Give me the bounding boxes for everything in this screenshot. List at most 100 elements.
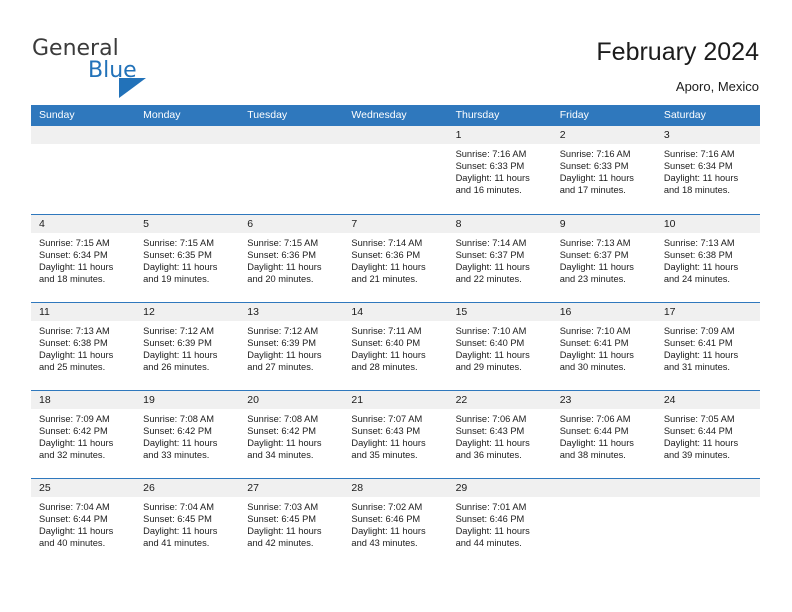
sunrise-text: Sunrise: 7:04 AM bbox=[39, 502, 110, 512]
calendar-day-cell[interactable]: 1 Sunrise: 7:16 AM Sunset: 6:33 PM Daylight… bbox=[447, 126, 552, 214]
daylight-text: Daylight: 11 hours and 17 minutes. bbox=[559, 173, 634, 196]
day-number: 20 bbox=[239, 391, 344, 409]
sunrise-text: Sunrise: 7:15 AM bbox=[39, 238, 110, 248]
sunrise-text: Sunrise: 7:09 AM bbox=[39, 414, 110, 424]
daylight-text: Daylight: 11 hours and 22 minutes. bbox=[455, 262, 530, 285]
calendar-day-cell[interactable]: 8 Sunrise: 7:14 AM Sunset: 6:37 PM Daylight… bbox=[447, 215, 552, 302]
day-number bbox=[135, 126, 240, 144]
calendar-day-cell[interactable]: 20 Sunrise: 7:08 AM Sunset: 6:42 PM Dayligh… bbox=[239, 391, 344, 478]
day-sun-info: Sunrise: 7:13 AM Sunset: 6:37 PM Daylight:… bbox=[552, 233, 656, 285]
daylight-text: Daylight: 11 hours and 19 minutes. bbox=[143, 262, 218, 285]
calendar-day-cell[interactable]: 27 Sunrise: 7:03 AM Sunset: 6:45 PM Dayligh… bbox=[239, 479, 344, 566]
daylight-text: Daylight: 11 hours and 21 minutes. bbox=[351, 262, 426, 285]
calendar-day-cell[interactable]: 6 Sunrise: 7:15 AM Sunset: 6:36 PM Daylight… bbox=[239, 215, 344, 302]
calendar-day-cell[interactable]: 26 Sunrise: 7:04 AM Sunset: 6:45 PM Dayligh… bbox=[135, 479, 240, 566]
sunrise-text: Sunrise: 7:16 AM bbox=[455, 149, 527, 159]
day-sun-info: Sunrise: 7:15 AM Sunset: 6:36 PM Daylight:… bbox=[239, 233, 343, 285]
day-sun-info: Sunrise: 7:06 AM Sunset: 6:44 PM Daylight:… bbox=[552, 409, 656, 461]
calendar-day-cell[interactable]: 15 Sunrise: 7:10 AM Sunset: 6:40 PM Dayligh… bbox=[447, 303, 552, 390]
calendar-day-cell[interactable]: 10 Sunrise: 7:13 AM Sunset: 6:38 PM Dayligh… bbox=[655, 215, 760, 302]
calendar-week-row: 4 Sunrise: 7:15 AM Sunset: 6:34 PM Daylight… bbox=[31, 214, 760, 302]
day-number: 24 bbox=[655, 391, 760, 409]
calendar-day-cell[interactable]: 9 Sunrise: 7:13 AM Sunset: 6:37 PM Daylight… bbox=[551, 215, 656, 302]
calendar-day-cell[interactable]: 7 Sunrise: 7:14 AM Sunset: 6:36 PM Daylight… bbox=[343, 215, 448, 302]
day-number: 7 bbox=[343, 215, 448, 233]
calendar-day-cell[interactable]: 11 Sunrise: 7:13 AM Sunset: 6:38 PM Dayligh… bbox=[31, 303, 136, 390]
calendar-week-row: 25 Sunrise: 7:04 AM Sunset: 6:44 PM Dayligh… bbox=[31, 478, 760, 566]
sunset-text: Sunset: 6:44 PM bbox=[39, 514, 108, 525]
calendar-day-cell[interactable]: 24 Sunrise: 7:05 AM Sunset: 6:44 PM Dayligh… bbox=[655, 391, 760, 478]
sunrise-text: Sunrise: 7:13 AM bbox=[663, 238, 735, 248]
sunset-text: Sunset: 6:42 PM bbox=[143, 426, 212, 437]
daylight-text: Daylight: 11 hours and 24 minutes. bbox=[663, 262, 739, 285]
day-number: 26 bbox=[135, 479, 240, 497]
calendar-day-cell[interactable]: 21 Sunrise: 7:07 AM Sunset: 6:43 PM Dayligh… bbox=[343, 391, 448, 478]
day-number: 25 bbox=[31, 479, 136, 497]
sunrise-text: Sunrise: 7:15 AM bbox=[143, 238, 214, 248]
day-number: 17 bbox=[655, 303, 760, 321]
calendar-day-cell[interactable]: 22 Sunrise: 7:06 AM Sunset: 6:43 PM Dayligh… bbox=[447, 391, 552, 478]
calendar-day-cell[interactable]: 23 Sunrise: 7:06 AM Sunset: 6:44 PM Dayligh… bbox=[551, 391, 656, 478]
day-number bbox=[239, 126, 344, 144]
calendar-day-cell[interactable]: 13 Sunrise: 7:12 AM Sunset: 6:39 PM Dayligh… bbox=[239, 303, 344, 390]
sunrise-text: Sunrise: 7:16 AM bbox=[663, 149, 735, 159]
calendar-day-cell[interactable]: 4 Sunrise: 7:15 AM Sunset: 6:34 PM Daylight… bbox=[31, 215, 136, 302]
daylight-text: Daylight: 11 hours and 28 minutes. bbox=[351, 350, 426, 373]
calendar-day-cell[interactable]: 3 Sunrise: 7:16 AM Sunset: 6:34 PM Daylight… bbox=[655, 126, 760, 214]
general-blue-logo[interactable]: General Blue bbox=[32, 36, 212, 98]
daylight-text: Daylight: 11 hours and 18 minutes. bbox=[39, 262, 114, 285]
daylight-text: Daylight: 11 hours and 34 minutes. bbox=[247, 438, 322, 461]
sunset-text: Sunset: 6:42 PM bbox=[39, 426, 108, 437]
day-number: 16 bbox=[551, 303, 656, 321]
day-sun-info: Sunrise: 7:14 AM Sunset: 6:36 PM Daylight:… bbox=[343, 233, 447, 285]
calendar-day-cell[interactable]: 5 Sunrise: 7:15 AM Sunset: 6:35 PM Daylight… bbox=[135, 215, 240, 302]
day-sun-info: Sunrise: 7:01 AM Sunset: 6:46 PM Daylight:… bbox=[448, 497, 552, 549]
daylight-text: Daylight: 11 hours and 44 minutes. bbox=[455, 526, 530, 549]
daylight-text: Daylight: 11 hours and 27 minutes. bbox=[247, 350, 322, 373]
day-sun-info: Sunrise: 7:05 AM Sunset: 6:44 PM Daylight:… bbox=[656, 409, 760, 461]
day-number: 11 bbox=[31, 303, 136, 321]
sunrise-text: Sunrise: 7:06 AM bbox=[559, 414, 631, 424]
day-number: 8 bbox=[447, 215, 552, 233]
sunset-text: Sunset: 6:34 PM bbox=[39, 250, 108, 261]
calendar-day-cell-empty bbox=[655, 479, 760, 566]
calendar-day-cell[interactable]: 16 Sunrise: 7:10 AM Sunset: 6:41 PM Dayligh… bbox=[551, 303, 656, 390]
calendar-day-cell-empty bbox=[31, 126, 136, 214]
calendar-day-cell[interactable]: 12 Sunrise: 7:12 AM Sunset: 6:39 PM Dayligh… bbox=[135, 303, 240, 390]
sunset-text: Sunset: 6:37 PM bbox=[559, 250, 629, 261]
day-number bbox=[551, 479, 656, 497]
day-sun-info: Sunrise: 7:13 AM Sunset: 6:38 PM Daylight:… bbox=[656, 233, 760, 285]
sunset-text: Sunset: 6:45 PM bbox=[247, 514, 317, 525]
calendar-day-cell[interactable]: 17 Sunrise: 7:09 AM Sunset: 6:41 PM Dayligh… bbox=[655, 303, 760, 390]
day-number: 4 bbox=[31, 215, 136, 233]
day-sun-info: Sunrise: 7:06 AM Sunset: 6:43 PM Daylight:… bbox=[448, 409, 552, 461]
day-number: 3 bbox=[655, 126, 760, 144]
calendar-day-cell[interactable]: 18 Sunrise: 7:09 AM Sunset: 6:42 PM Dayligh… bbox=[31, 391, 136, 478]
day-number: 21 bbox=[343, 391, 448, 409]
daylight-text: Daylight: 11 hours and 18 minutes. bbox=[663, 173, 739, 196]
sunset-text: Sunset: 6:44 PM bbox=[663, 426, 733, 437]
sunset-text: Sunset: 6:39 PM bbox=[247, 338, 317, 349]
sunrise-text: Sunrise: 7:11 AM bbox=[351, 326, 422, 336]
sunrise-text: Sunrise: 7:15 AM bbox=[247, 238, 319, 248]
day-number: 23 bbox=[551, 391, 656, 409]
calendar-day-cell[interactable]: 19 Sunrise: 7:08 AM Sunset: 6:42 PM Dayligh… bbox=[135, 391, 240, 478]
sunrise-text: Sunrise: 7:02 AM bbox=[351, 502, 423, 512]
calendar-week-row: 18 Sunrise: 7:09 AM Sunset: 6:42 PM Dayligh… bbox=[31, 390, 760, 478]
sunrise-text: Sunrise: 7:16 AM bbox=[559, 149, 631, 159]
daylight-text: Daylight: 11 hours and 26 minutes. bbox=[143, 350, 218, 373]
calendar-day-cell-empty bbox=[135, 126, 240, 214]
day-sun-info: Sunrise: 7:14 AM Sunset: 6:37 PM Daylight:… bbox=[448, 233, 552, 285]
calendar-day-cell[interactable]: 14 Sunrise: 7:11 AM Sunset: 6:40 PM Dayligh… bbox=[343, 303, 448, 390]
day-number bbox=[31, 126, 136, 144]
page-title: February 2024 bbox=[596, 38, 759, 66]
sunrise-text: Sunrise: 7:05 AM bbox=[663, 414, 735, 424]
day-number: 2 bbox=[551, 126, 656, 144]
calendar-day-cell[interactable]: 28 Sunrise: 7:02 AM Sunset: 6:46 PM Dayligh… bbox=[343, 479, 448, 566]
calendar-day-cell[interactable]: 25 Sunrise: 7:04 AM Sunset: 6:44 PM Dayligh… bbox=[31, 479, 136, 566]
daylight-text: Daylight: 11 hours and 25 minutes. bbox=[39, 350, 114, 373]
calendar-day-cell[interactable]: 2 Sunrise: 7:16 AM Sunset: 6:33 PM Daylight… bbox=[551, 126, 656, 214]
calendar-day-cell[interactable]: 29 Sunrise: 7:01 AM Sunset: 6:46 PM Dayligh… bbox=[447, 479, 552, 566]
calendar-day-cell-empty bbox=[239, 126, 344, 214]
daylight-text: Daylight: 11 hours and 42 minutes. bbox=[247, 526, 322, 549]
